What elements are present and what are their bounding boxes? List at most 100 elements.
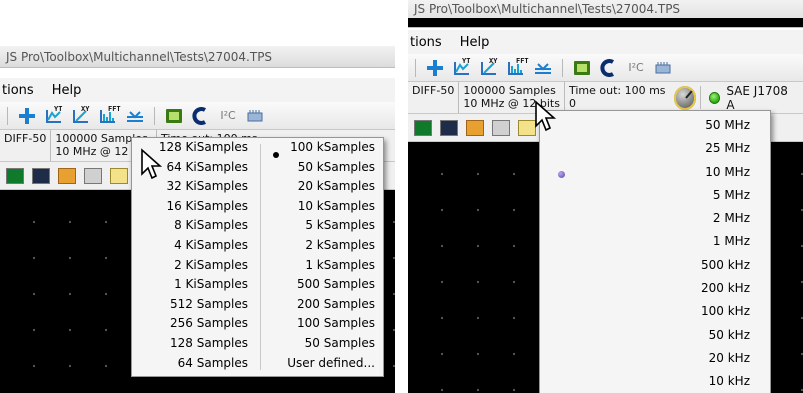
mouse-pointer-icon [535, 100, 557, 132]
sample-rate-menu-item[interactable]: 50 MHz [540, 114, 760, 137]
menu-help[interactable]: Help [52, 83, 82, 98]
xy-mode-icon[interactable]: XY [478, 57, 500, 79]
samples-menu-item[interactable]: 50 Samples [261, 334, 385, 354]
selected-radio-icon [558, 171, 565, 178]
sample-rate-dropdown-menu: 50 MHz 25 MHz 10 MHz 5 MHz 2 MHz 1 MHz 500 kHz… [539, 110, 771, 393]
samples-menu-item[interactable]: 256 Samples [132, 314, 258, 334]
start-stop-icon[interactable] [6, 167, 24, 184]
memory-icon[interactable] [652, 57, 674, 79]
samples-menu-item[interactable]: 2 KiSamples [132, 256, 258, 276]
samples-menu-item[interactable]: 200 Samples [261, 295, 385, 315]
memory-icon[interactable] [244, 105, 266, 127]
i2c-icon[interactable]: I²C [625, 57, 647, 79]
toolbar-separator [562, 58, 563, 77]
sample-rate-menu-item[interactable]: 5 MHz [540, 184, 760, 207]
window-title: JS Pro\Toolbox\Multichannel\Tests\27004.… [414, 2, 681, 16]
fft-label: FFT [516, 56, 529, 65]
timeout-value: 0 [568, 97, 576, 110]
probe-selector[interactable]: DIFF-50 [408, 82, 460, 113]
i2c-icon[interactable]: I²C [217, 105, 239, 127]
comment-icon[interactable] [110, 167, 128, 184]
sample-rate-menu-item[interactable]: 2 MHz [540, 207, 760, 230]
samples-menu-item[interactable]: 20 kSamples [261, 177, 385, 197]
add-channel-icon[interactable] [16, 105, 38, 127]
probe-selector[interactable]: DIFF-50 [0, 130, 52, 161]
menu-bar: tions Help [0, 78, 395, 102]
left-screenshot-panel: JS Pro\Toolbox\Multichannel\Tests\27004.… [0, 0, 395, 393]
samples-menu-item[interactable]: 512 Samples [132, 295, 258, 315]
probe-label: DIFF-50 [4, 132, 47, 145]
window-title-bar: JS Pro\Toolbox\Multichannel\Tests\27004.… [408, 0, 803, 28]
display-icon[interactable] [440, 119, 458, 136]
sample-rate-menu-item[interactable]: 1 MHz [540, 230, 760, 253]
samples-dropdown-menu: 128 KiSamples 64 KiSamples 32 KiSamples 16 … [131, 137, 384, 377]
sample-rate-menu-item[interactable]: 50 kHz [540, 324, 760, 347]
trigger-status-led-icon [709, 91, 721, 104]
yt-label: YT [54, 104, 63, 113]
menu-options[interactable]: tions [2, 83, 34, 98]
yt-mode-icon[interactable]: YT [451, 57, 473, 79]
samples-menu-item[interactable]: 16 KiSamples [132, 197, 258, 217]
timeout-knob-icon[interactable] [673, 86, 697, 110]
serial-decode-icon[interactable] [571, 57, 593, 79]
samples-menu-right-column: 100 kSamples 50 kSamples 20 kSamples 10 kSa… [261, 138, 385, 373]
sample-rate-menu-item[interactable]: 25 MHz [540, 137, 760, 160]
pen-icon[interactable] [466, 119, 484, 136]
menu-help[interactable]: Help [460, 35, 490, 50]
menu-options[interactable]: tions [410, 35, 442, 50]
probe-label: DIFF-50 [412, 84, 455, 97]
yt-mode-icon[interactable]: YT [43, 105, 65, 127]
samples-count-label: 100000 Samples [463, 84, 556, 97]
sample-rate-menu-item[interactable]: 10 kHz [540, 370, 760, 393]
samples-menu-item[interactable]: 2 kSamples [261, 236, 385, 256]
ruler-icon[interactable] [532, 57, 554, 79]
samples-menu-item[interactable]: 1 KiSamples [132, 275, 258, 295]
timeout-control[interactable]: Time out: 100 ms 0 [565, 82, 670, 113]
toolbar-separator [415, 58, 416, 77]
trigger-selector[interactable]: SAE J1708 A [701, 82, 803, 113]
window-title-bar: JS Pro\Toolbox\Multichannel\Tests\27004.… [0, 46, 395, 68]
start-stop-icon[interactable] [414, 119, 432, 136]
sample-rate-menu-list: 50 MHz 25 MHz 10 MHz 5 MHz 2 MHz 1 MHz 500 kHz… [540, 111, 760, 393]
sample-rate-menu-item[interactable]: 10 MHz [540, 161, 760, 184]
selected-bullet-icon [273, 152, 279, 158]
ruler-icon[interactable] [124, 105, 146, 127]
samples-menu-item[interactable]: 1 kSamples [261, 256, 385, 276]
toolbar-separator [7, 106, 8, 125]
serial-decode-icon[interactable] [163, 105, 185, 127]
timeout-label: Time out: 100 ms [568, 84, 666, 97]
pen-icon[interactable] [58, 167, 76, 184]
samples-menu-item[interactable]: 10 kSamples [261, 197, 385, 217]
toolbar-separator [154, 106, 155, 125]
display-icon[interactable] [32, 167, 50, 184]
samples-menu-item[interactable]: 5 kSamples [261, 216, 385, 236]
save-icon[interactable] [84, 167, 102, 184]
samples-menu-item[interactable]: User defined... [261, 354, 385, 374]
trigger-label: SAE J1708 A [726, 83, 788, 112]
samples-menu-item[interactable]: 128 Samples [132, 334, 258, 354]
math-icon[interactable] [598, 57, 620, 79]
spectrum-mode-icon[interactable]: FFT [505, 56, 529, 79]
right-screenshot-panel: JS Pro\Toolbox\Multichannel\Tests\27004.… [408, 0, 803, 393]
sample-rate-menu-item[interactable]: 20 kHz [540, 347, 760, 370]
samples-menu-item[interactable]: 500 Samples [261, 275, 385, 295]
sample-rate-menu-item[interactable]: 500 kHz [540, 254, 760, 277]
save-icon[interactable] [492, 119, 510, 136]
fft-label: FFT [108, 104, 121, 113]
xy-label: XY [489, 56, 498, 65]
xy-mode-icon[interactable]: XY [70, 105, 92, 127]
xy-label: XY [81, 104, 90, 113]
yt-label: YT [462, 56, 471, 65]
sample-rate-menu-item[interactable]: 100 kHz [540, 300, 760, 323]
spectrum-mode-icon[interactable]: FFT [97, 104, 121, 127]
samples-menu-item[interactable]: 64 Samples [132, 354, 258, 374]
samples-menu-item[interactable]: 100 Samples [261, 314, 385, 334]
samples-menu-item[interactable]: 50 kSamples [261, 158, 385, 178]
sample-rate-menu-item[interactable]: 200 kHz [540, 277, 760, 300]
math-icon[interactable] [190, 105, 212, 127]
samples-menu-item[interactable]: 8 KiSamples [132, 216, 258, 236]
add-channel-icon[interactable] [424, 57, 446, 79]
samples-menu-item[interactable]: 4 KiSamples [132, 236, 258, 256]
samples-menu-item[interactable]: 100 kSamples [261, 138, 385, 158]
main-toolbar: YT XY FFT I²C [408, 54, 803, 82]
